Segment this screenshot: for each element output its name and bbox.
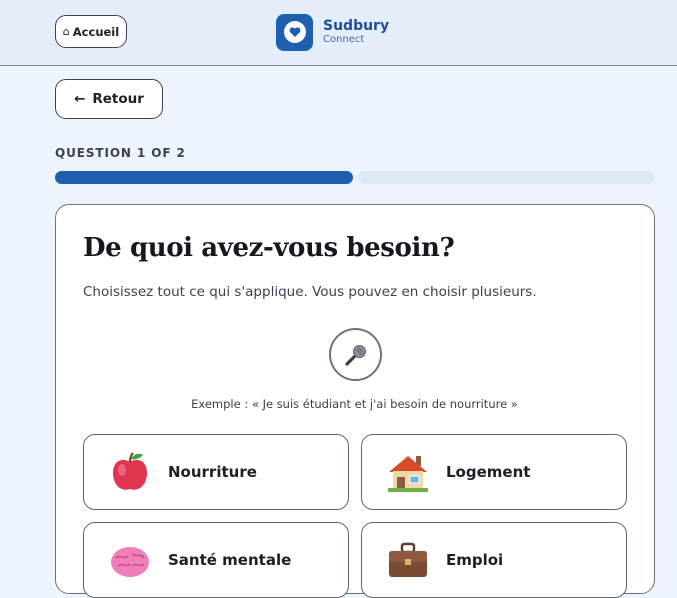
brand-name: Sudbury bbox=[323, 18, 390, 35]
progress-segment-2 bbox=[357, 171, 655, 184]
option-food[interactable]: Nourriture bbox=[83, 434, 349, 510]
home-button-label: Accueil bbox=[72, 24, 120, 39]
brand[interactable]: Sudbury Connect bbox=[276, 13, 389, 51]
arrow-left-icon: ← bbox=[74, 91, 86, 107]
progress-label: QUESTION 1 OF 2 bbox=[55, 146, 186, 160]
option-employment[interactable]: Emploi bbox=[361, 522, 627, 598]
voice-input-button[interactable] bbox=[329, 328, 382, 381]
option-label: Logement bbox=[446, 463, 531, 481]
example-text: Exemple : « Je suis étudiant et j'ai bes… bbox=[191, 397, 518, 411]
home-button[interactable]: ⌂ Accueil bbox=[55, 15, 127, 48]
app-header: ⌂ Accueil Sudbury Connect bbox=[0, 0, 677, 66]
question-title: De quoi avez-vous besoin? bbox=[83, 233, 455, 263]
back-button-label: Retour bbox=[92, 91, 144, 107]
option-label: Emploi bbox=[446, 551, 504, 569]
option-housing[interactable]: Logement bbox=[361, 434, 627, 510]
heart-logo-icon bbox=[276, 13, 313, 51]
home-icon: ⌂ bbox=[62, 25, 70, 38]
option-mental-health[interactable]: Santé mentale bbox=[83, 522, 349, 598]
question-card: De quoi avez-vous besoin? Choisissez tou… bbox=[55, 204, 655, 598]
brand-subtitle: Connect bbox=[323, 34, 365, 46]
briefcase-icon bbox=[384, 536, 432, 584]
question-subtitle: Choisissez tout ce qui s'applique. Vous … bbox=[83, 284, 537, 300]
apple-icon bbox=[106, 448, 154, 496]
option-label: Santé mentale bbox=[168, 551, 292, 569]
brain-icon bbox=[106, 536, 154, 584]
progress-bar bbox=[55, 171, 655, 184]
option-label: Nourriture bbox=[168, 463, 257, 481]
microphone-icon bbox=[344, 344, 366, 366]
progress-segment-1 bbox=[55, 171, 353, 184]
back-button[interactable]: ← Retour bbox=[55, 79, 163, 119]
house-icon bbox=[384, 448, 432, 496]
